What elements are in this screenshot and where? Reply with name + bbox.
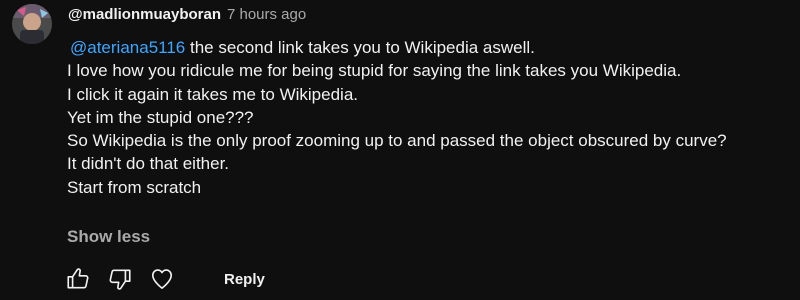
comment-line: I click it again it takes me to Wikipedi… [67,84,359,104]
comment-line: Start from scratch [67,177,202,197]
thumbs-down-icon [109,269,131,290]
avatar-image [12,4,52,44]
mention-link[interactable]: @ateriana5116 [70,38,185,57]
comment-line: I love how you ridicule me for being stu… [67,61,682,81]
dislike-button[interactable] [102,261,138,297]
comment-thread-item: @madlionmuayboran 7 hours ago @ateriana5… [0,0,800,300]
comment-line: Yet im the stupid one??? [67,107,254,127]
show-less-button[interactable]: Show less [67,227,150,247]
comment-header: @madlionmuayboran 7 hours ago [68,6,306,26]
comment-line: It didn't do that either. [67,154,230,174]
avatar[interactable] [12,4,52,44]
thumbs-up-icon [67,268,89,289]
heart-button[interactable] [144,261,180,297]
comment-body: @ateriana5116 the second link takes you … [67,36,787,199]
comment-actions: Reply [60,260,265,298]
comment-line-text: the second link takes you to Wikipedia a… [185,38,535,57]
reply-button[interactable]: Reply [224,265,265,294]
comment-line: @ateriana5116 the second link takes you … [67,36,787,59]
like-button[interactable] [60,261,96,297]
heart-icon [151,269,173,290]
comment-timestamp[interactable]: 7 hours ago [227,6,306,23]
comment-line: So Wikipedia is the only proof zooming u… [67,131,727,151]
author-name[interactable]: @madlionmuayboran [68,6,221,23]
